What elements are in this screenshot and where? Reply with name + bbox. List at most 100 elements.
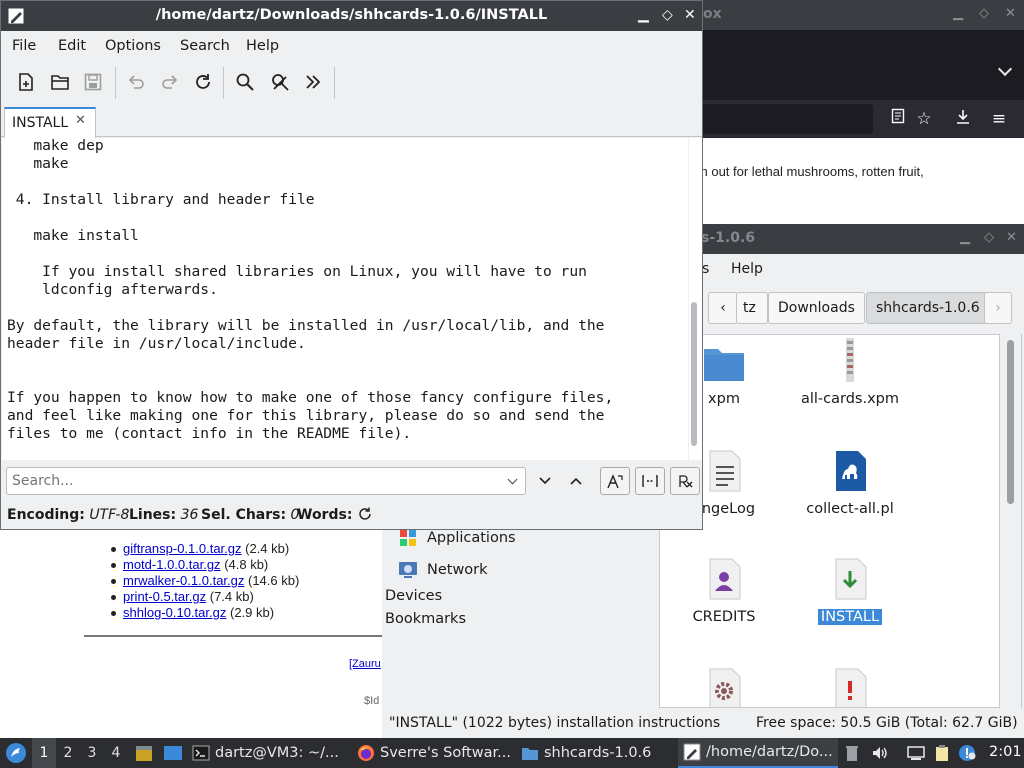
network-status-icon[interactable] xyxy=(907,744,925,762)
file-download-link[interactable]: mrwalker-0.1.0.tar.gz xyxy=(123,573,244,588)
close-icon[interactable]: ✕ xyxy=(684,7,696,23)
close-tab-icon[interactable]: ✕ xyxy=(75,113,86,128)
task-terminal[interactable]: dartz@VM3: ~/... xyxy=(192,738,348,768)
file-download-link[interactable]: print-0.5.tar.gz xyxy=(123,589,206,604)
path-scroll-left-button[interactable]: ‹ xyxy=(708,292,738,324)
file-item[interactable] xyxy=(662,667,786,707)
reader-view-icon[interactable] xyxy=(887,108,909,130)
refresh-word-count-icon[interactable] xyxy=(357,506,373,526)
new-file-button[interactable] xyxy=(13,69,39,95)
toolbar-separator xyxy=(334,67,335,99)
lines-status: Lines: 36 xyxy=(129,507,199,523)
file-item[interactable] xyxy=(788,667,912,707)
chevron-down-icon[interactable] xyxy=(507,474,518,485)
redo-button[interactable] xyxy=(157,69,183,95)
file-item[interactable]: INSTALL xyxy=(788,557,912,625)
menu-item-help[interactable]: Help xyxy=(731,261,763,277)
volume-icon[interactable] xyxy=(871,744,889,762)
file-download-link[interactable]: motd-1.0.0.tar.gz xyxy=(123,557,221,572)
editor-titlebar[interactable]: /home/dartz/Downloads/shhcards-1.0.6/INS… xyxy=(1,1,702,31)
scrollbar-thumb[interactable] xyxy=(691,302,697,446)
path-segment-home[interactable]: tz xyxy=(736,292,768,324)
tab-install[interactable]: INSTALL ✕ xyxy=(4,107,96,138)
whole-word-button[interactable] xyxy=(635,467,665,495)
task-browser[interactable]: Sverre's Softwar... xyxy=(357,738,513,768)
maximize-icon[interactable]: ◇ xyxy=(662,7,673,23)
regex-button[interactable] xyxy=(670,467,700,495)
maximize-icon[interactable]: ◇ xyxy=(984,230,994,245)
encoding-status: Encoding: UTF-8 xyxy=(7,507,130,523)
text-scrollbar[interactable] xyxy=(689,138,702,460)
show-desktop-icon[interactable] xyxy=(163,743,183,763)
find-replace-icon xyxy=(272,74,289,91)
sidebar-header-bookmarks[interactable]: Bookmarks xyxy=(385,611,466,627)
minimize-icon[interactable]: ▁ xyxy=(953,6,963,21)
downloads-icon[interactable] xyxy=(952,108,974,130)
address-bar[interactable] xyxy=(703,104,905,134)
free-space-info: Free space: 50.5 GiB (Total: 62.7 GiB) xyxy=(756,715,1018,731)
file-size: (2.9 kb) xyxy=(229,605,275,620)
workspace-3[interactable]: 3 xyxy=(80,738,104,768)
file-download-link[interactable]: giftransp-0.1.0.tar.gz xyxy=(123,541,242,556)
find-replace-button[interactable] xyxy=(267,69,293,95)
reload-button[interactable] xyxy=(190,69,216,95)
more-tools-button[interactable] xyxy=(300,69,326,95)
find-next-button[interactable] xyxy=(530,467,560,495)
editor-title: /home/dartz/Downloads/shhcards-1.0.6/INS… xyxy=(155,7,548,23)
maximize-icon[interactable]: ◇ xyxy=(979,6,989,21)
bookmark-star-icon[interactable]: ☆ xyxy=(913,108,935,130)
find-button[interactable] xyxy=(232,69,258,95)
menu-item-options[interactable]: Options xyxy=(105,38,161,54)
firefox-icon xyxy=(358,745,374,761)
undo-button[interactable] xyxy=(123,69,149,95)
page-text: ch out for lethal mushrooms, rotten frui… xyxy=(694,164,924,179)
close-icon[interactable]: ✕ xyxy=(1005,6,1016,21)
list-item: mrwalker-0.1.0.tar.gz (14.6 kb) xyxy=(108,573,299,589)
file-item[interactable]: collect-all.pl xyxy=(788,449,912,517)
sidebar-item-network[interactable]: Network xyxy=(398,558,488,582)
menu-hamburger-icon[interactable]: ≡ xyxy=(988,108,1010,130)
close-icon[interactable]: ✕ xyxy=(1006,230,1017,245)
folder-icon xyxy=(704,349,744,381)
menu-item-help[interactable]: Help xyxy=(246,38,279,54)
file-item[interactable]: CREDITS xyxy=(662,557,786,625)
start-menu-icon[interactable] xyxy=(5,742,27,764)
text-area[interactable]: make dep make 4. Install library and hea… xyxy=(2,138,688,460)
browser-window: ox ▁ ◇ ✕ ☆ ≡ ch out for lethal mushrooms… xyxy=(694,0,1024,232)
open-file-button[interactable] xyxy=(47,69,73,95)
clipboard-icon[interactable] xyxy=(933,744,951,762)
task-file-manager[interactable]: shhcards-1.0.6 xyxy=(521,738,677,768)
page-link[interactable]: [Zauru xyxy=(349,658,381,670)
clock[interactable]: 2:01 xyxy=(989,744,1022,760)
match-case-button[interactable] xyxy=(600,467,630,495)
browser-titlebar[interactable]: ox ▁ ◇ ✕ xyxy=(703,0,1024,30)
find-previous-button[interactable] xyxy=(561,467,591,495)
file-manager-launcher-icon[interactable] xyxy=(134,743,154,763)
menu-item-edit[interactable]: Edit xyxy=(58,38,86,54)
sidebar-header-devices[interactable]: Devices xyxy=(385,588,442,604)
workspace-2[interactable]: 2 xyxy=(56,738,80,768)
file-download-link[interactable]: shhlog-0.10.tar.gz xyxy=(123,605,226,620)
scrollbar-thumb[interactable] xyxy=(1007,340,1014,504)
path-segment-downloads[interactable]: Downloads xyxy=(768,292,865,324)
editor-tabbar: INSTALL ✕ xyxy=(1,105,702,138)
path-scroll-right-button[interactable]: › xyxy=(984,292,1012,324)
minimize-icon[interactable]: ▁ xyxy=(638,7,649,23)
save-button[interactable] xyxy=(80,69,106,95)
path-segment-current[interactable]: shhcards-1.0.6 xyxy=(866,292,990,324)
workspace-1[interactable]: 1 xyxy=(32,738,56,768)
menu-item-go[interactable]: s xyxy=(702,261,709,277)
list-all-tabs-icon[interactable] xyxy=(997,61,1013,77)
menu-item-search[interactable]: Search xyxy=(180,38,230,54)
search-field[interactable] xyxy=(6,467,526,495)
file-label: all-cards.xpm xyxy=(800,391,900,407)
file-item[interactable]: all-cards.xpm xyxy=(788,337,912,407)
menu-item-file[interactable]: File xyxy=(12,38,36,54)
task-text-editor[interactable]: /home/dartz/Do... xyxy=(678,738,838,768)
task-label: /home/dartz/Do... xyxy=(706,744,833,760)
minimize-icon[interactable]: ▁ xyxy=(960,230,970,245)
trash-icon[interactable] xyxy=(843,744,861,762)
file-grid-scrollbar[interactable] xyxy=(1002,334,1022,708)
search-input[interactable] xyxy=(12,471,502,491)
workspace-4[interactable]: 4 xyxy=(104,738,128,768)
